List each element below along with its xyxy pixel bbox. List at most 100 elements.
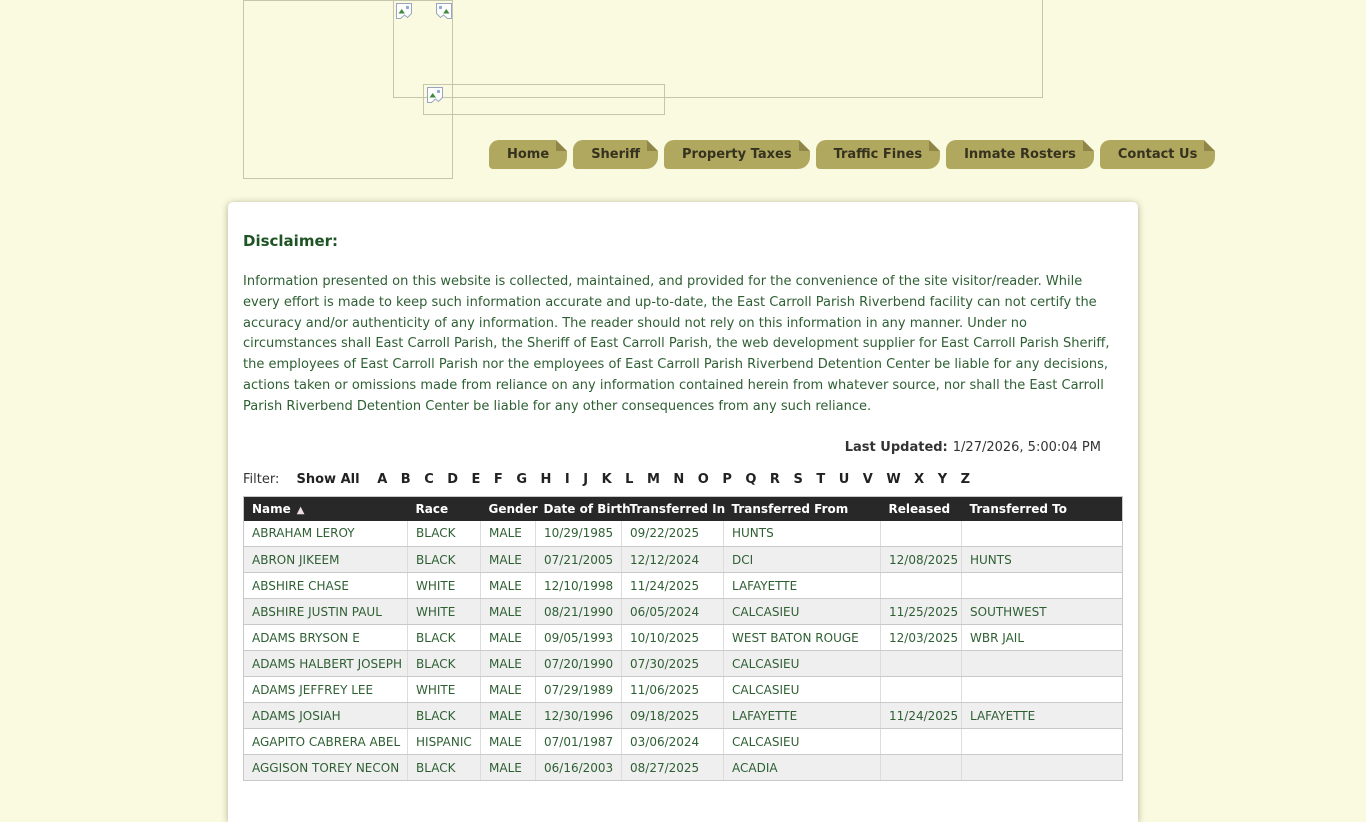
cell-gender: MALE [481,625,536,651]
table-header-row: Name▲ Race Gender Date of Birth Transfer… [244,496,1123,521]
disclaimer-text: Information presented on this website is… [243,272,1123,418]
filter-letter-link[interactable]: B [401,472,411,487]
cell-name: ABRON JIKEEM [244,547,408,573]
cell-date-of-birth: 12/30/1996 [536,703,622,729]
cell-date-of-birth: 10/29/1985 [536,521,622,547]
cell-transferred-from: CALCASIEU [724,729,881,755]
cell-race: WHITE [408,573,481,599]
nav-button-property-taxes[interactable]: Property Taxes [664,140,810,169]
cell-name: ABSHIRE CHASE [244,573,408,599]
cell-race: BLACK [408,625,481,651]
nav-button-sheriff[interactable]: Sheriff [573,140,658,169]
filter-letter-link[interactable]: F [494,472,503,487]
filter-letter-link[interactable]: U [839,472,850,487]
filter-show-all-link[interactable]: Show All [297,472,360,487]
cell-transferred-in: 11/24/2025 [622,573,724,599]
filter-letter-link[interactable]: K [602,472,612,487]
cell-transferred-in: 07/30/2025 [622,651,724,677]
cell-released [881,651,962,677]
filter-letter-link[interactable]: D [447,472,458,487]
filter-letter-link[interactable]: G [516,472,527,487]
inmate-roster-table: Name▲ Race Gender Date of Birth Transfer… [243,496,1123,782]
column-header-name[interactable]: Name▲ [244,496,408,521]
table-row: ADAMS JEFFREY LEE WHITE MALE 07/29/1989 … [244,677,1123,703]
cell-transferred-to: WBR JAIL [962,625,1123,651]
cell-gender: MALE [481,599,536,625]
cell-transferred-in: 03/06/2024 [622,729,724,755]
filter-letter-link[interactable]: Q [745,472,756,487]
last-updated: Last Updated:1/27/2026, 5:00:04 PM [243,440,1123,455]
cell-name: ADAMS BRYSON E [244,625,408,651]
filter-letter-link[interactable]: S [793,472,802,487]
filter-letter-link[interactable]: R [770,472,780,487]
broken-image-icon [395,2,413,20]
filter-letter-link[interactable]: E [472,472,481,487]
cell-date-of-birth: 07/21/2005 [536,547,622,573]
filter-letter-link[interactable]: P [722,472,732,487]
cell-name: ADAMS JEFFREY LEE [244,677,408,703]
cell-released [881,521,962,547]
cell-transferred-from: DCI [724,547,881,573]
last-updated-label: Last Updated: [845,440,948,455]
filter-letter-link[interactable]: W [886,472,900,487]
filter-letter-link[interactable]: L [625,472,633,487]
broken-image-icon [435,2,453,20]
nav-button-home[interactable]: Home [489,140,567,169]
filter-letter-link[interactable]: A [377,472,387,487]
filter-letter-link[interactable]: N [673,472,684,487]
filter-label: Filter: [243,472,279,487]
filter-letter-link[interactable]: C [424,472,434,487]
column-header-transferred-in[interactable]: Transferred In [622,496,724,521]
filter-letter-link[interactable]: I [565,472,570,487]
sub-banner-image-placeholder [423,84,665,115]
cell-transferred-to: SOUTHWEST [962,599,1123,625]
column-header-released[interactable]: Released [881,496,962,521]
cell-released: 11/25/2025 [881,599,962,625]
cell-race: WHITE [408,677,481,703]
column-header-transferred-from[interactable]: Transferred From [724,496,881,521]
cell-transferred-from: WEST BATON ROUGE [724,625,881,651]
cell-transferred-from: LAFAYETTE [724,703,881,729]
cell-transferred-in: 09/22/2025 [622,521,724,547]
cell-transferred-to [962,521,1123,547]
nav-button-traffic-fines[interactable]: Traffic Fines [816,140,941,169]
cell-released: 12/08/2025 [881,547,962,573]
filter-letter-link[interactable]: M [647,472,660,487]
column-header-gender[interactable]: Gender [481,496,536,521]
cell-transferred-in: 06/05/2024 [622,599,724,625]
filter-letter-links: ABCDEFGHIJKLMNOPQRSTUVWXYZ [364,472,970,487]
cell-name: ABSHIRE JUSTIN PAUL [244,599,408,625]
cell-transferred-in: 09/18/2025 [622,703,724,729]
filter-letter-link[interactable]: X [914,472,924,487]
content-card: Disclaimer: Information presented on thi… [228,202,1138,822]
column-header-date-of-birth[interactable]: Date of Birth [536,496,622,521]
broken-image-icon [426,86,444,104]
cell-transferred-to [962,677,1123,703]
filter-letter-link[interactable]: Z [961,472,970,487]
cell-gender: MALE [481,651,536,677]
cell-transferred-in: 10/10/2025 [622,625,724,651]
nav-button-inmate-rosters[interactable]: Inmate Rosters [946,140,1094,169]
table-row: ADAMS BRYSON E BLACK MALE 09/05/1993 10/… [244,625,1123,651]
column-header-race[interactable]: Race [408,496,481,521]
filter-letter-link[interactable]: V [863,472,873,487]
cell-released: 11/24/2025 [881,703,962,729]
filter-letter-link[interactable]: Y [938,472,947,487]
filter-letter-link[interactable]: T [816,472,825,487]
cell-gender: MALE [481,703,536,729]
filter-letter-link[interactable]: O [698,472,709,487]
filter-letter-link[interactable]: J [583,472,588,487]
cell-gender: MALE [481,547,536,573]
cell-gender: MALE [481,677,536,703]
column-header-transferred-to[interactable]: Transferred To [962,496,1123,521]
cell-transferred-from: CALCASIEU [724,677,881,703]
cell-transferred-in: 12/12/2024 [622,547,724,573]
table-row: ADAMS JOSIAH BLACK MALE 12/30/1996 09/18… [244,703,1123,729]
cell-gender: MALE [481,573,536,599]
cell-name: ADAMS HALBERT JOSEPH [244,651,408,677]
cell-transferred-to [962,651,1123,677]
table-row: ADAMS HALBERT JOSEPH BLACK MALE 07/20/19… [244,651,1123,677]
table-row: ABRAHAM LEROY BLACK MALE 10/29/1985 09/2… [244,521,1123,547]
nav-button-contact-us[interactable]: Contact Us [1100,140,1215,169]
filter-letter-link[interactable]: H [540,472,551,487]
